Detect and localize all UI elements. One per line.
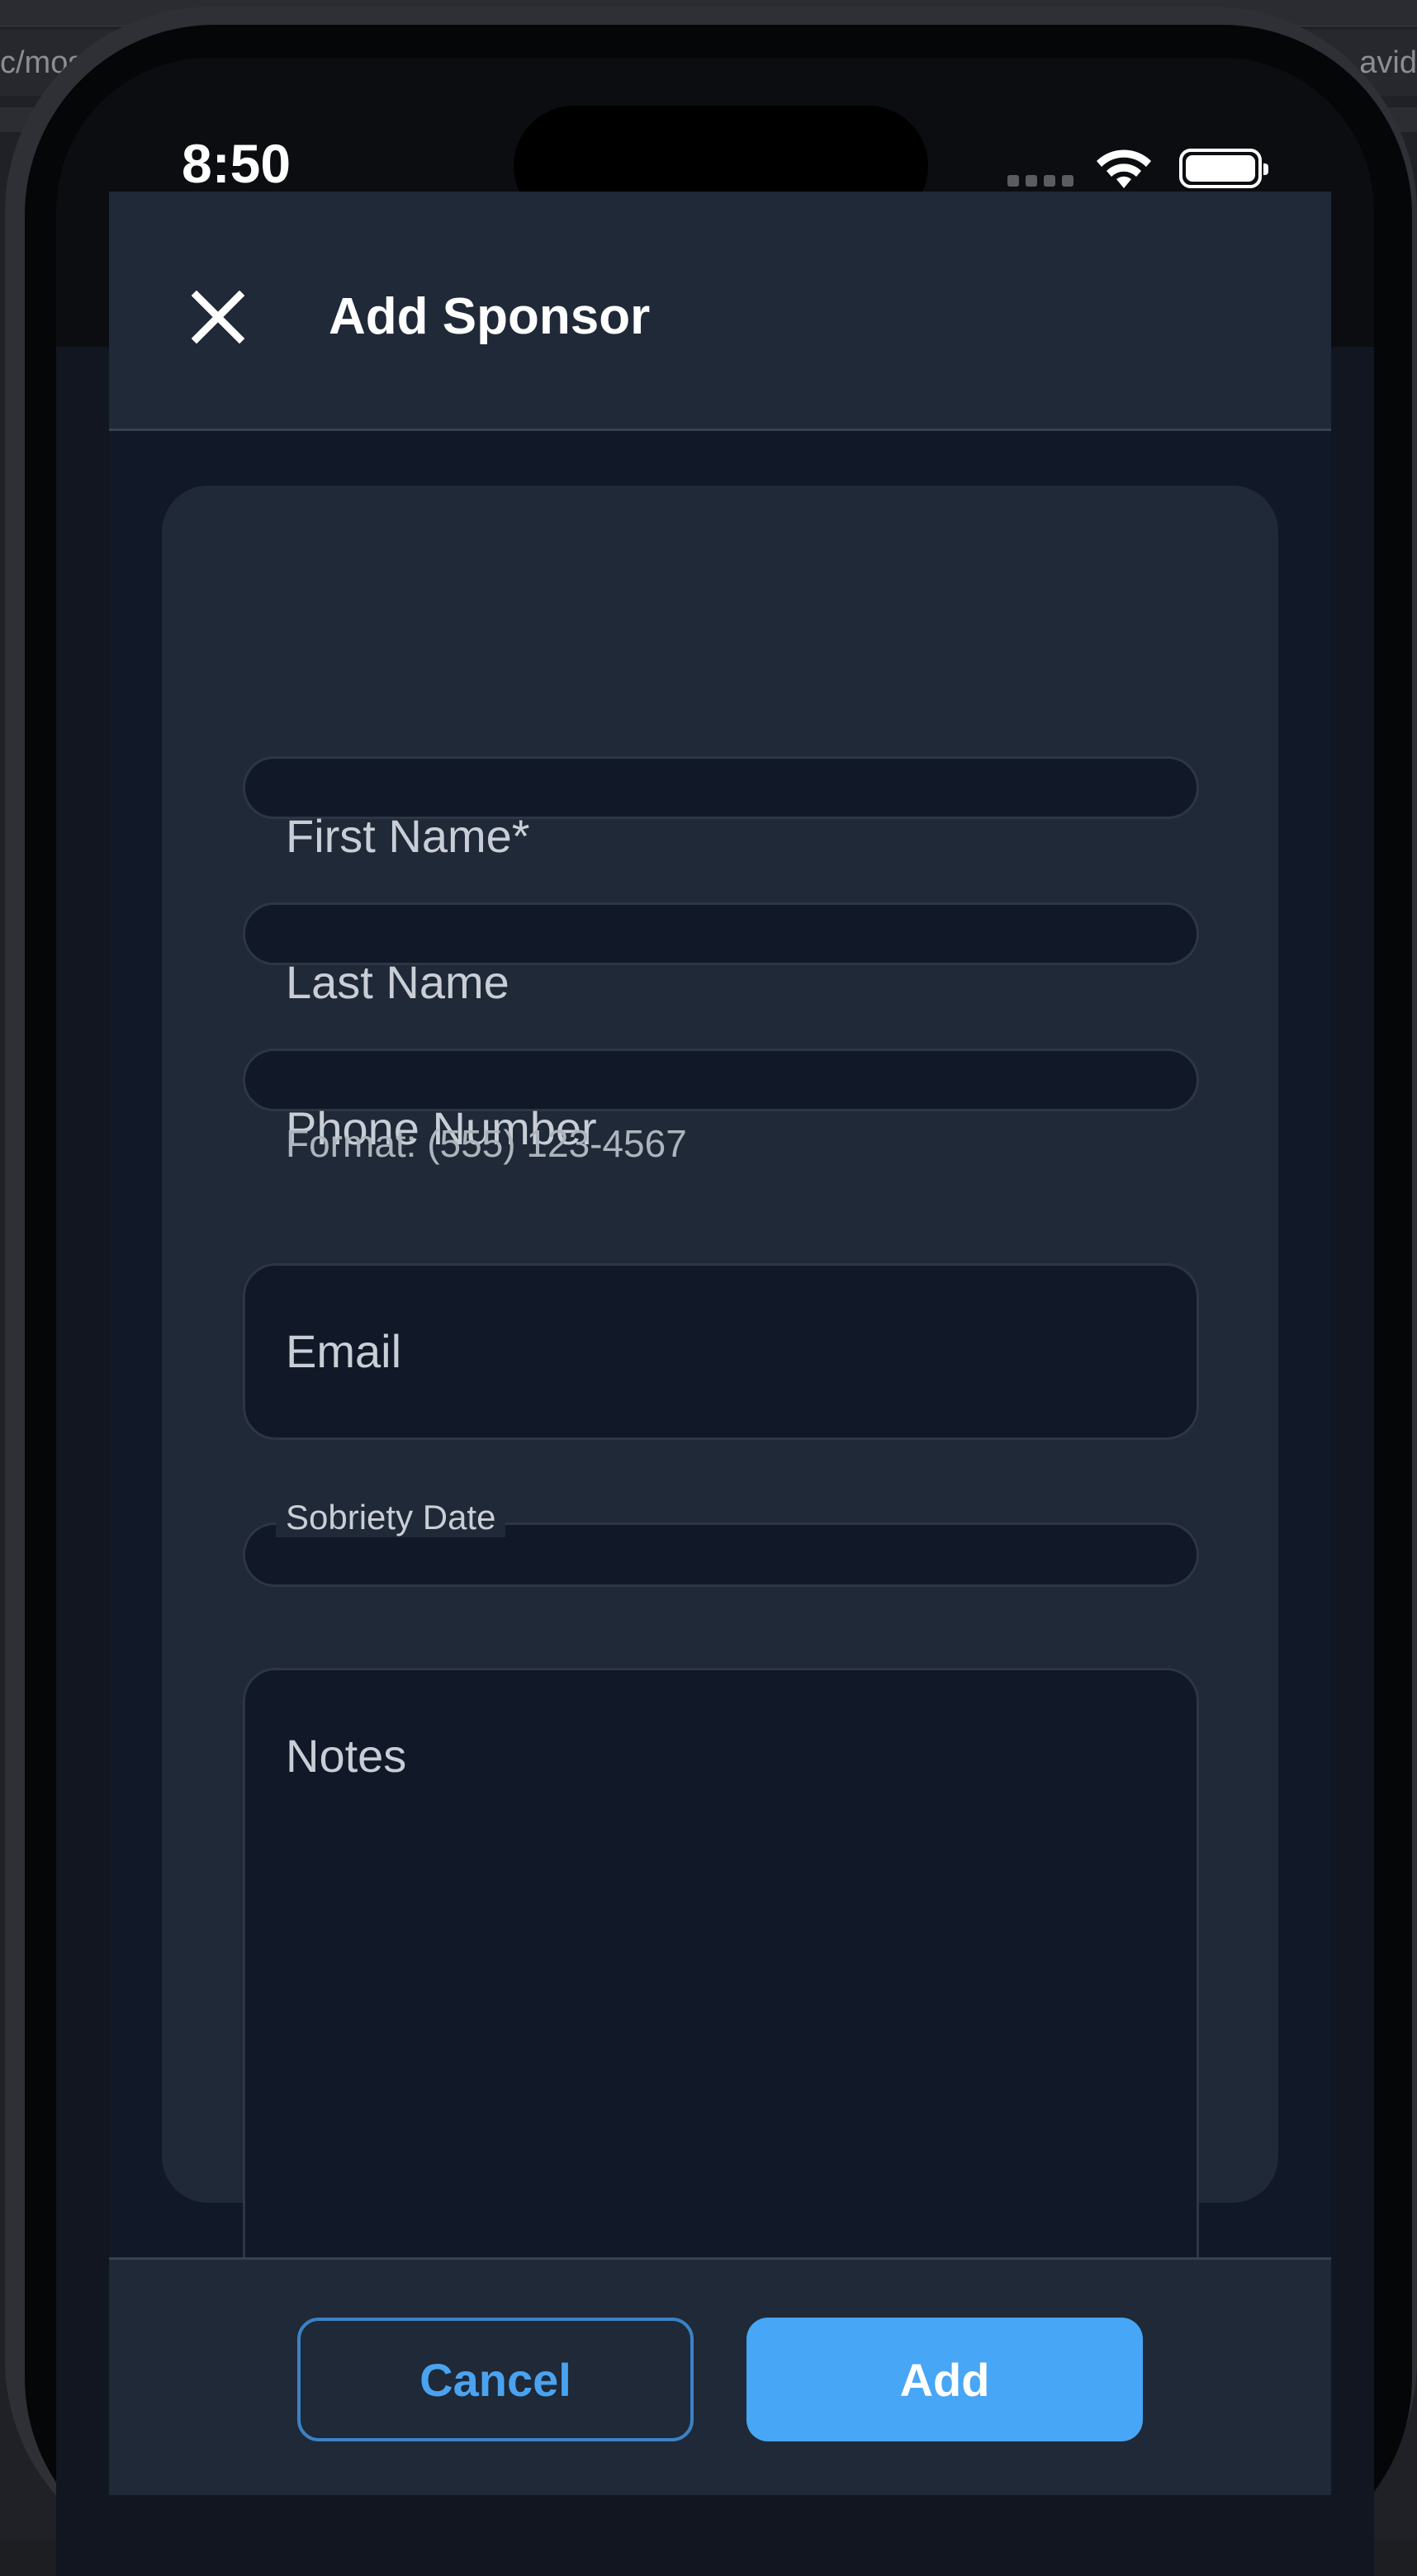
- modal-header: Add Sponsor: [109, 192, 1331, 431]
- add-button[interactable]: Add: [746, 2318, 1143, 2441]
- sobriety-date-label: Sobriety Date: [276, 1498, 506, 1537]
- notes-label: Notes: [286, 1730, 407, 1782]
- cancel-button[interactable]: Cancel: [297, 2318, 694, 2441]
- first-name-label: First Name*: [286, 810, 530, 862]
- close-button[interactable]: [183, 282, 253, 352]
- modal-title: Add Sponsor: [329, 288, 651, 345]
- close-icon: [192, 291, 244, 343]
- status-time: 8:50: [182, 133, 291, 194]
- cellular-signal-icon: [1007, 175, 1075, 187]
- wifi-icon: [1097, 149, 1151, 188]
- add-sponsor-modal: Add Sponsor First Name* Last Name Phone …: [109, 192, 1331, 2495]
- sponsor-form-card: First Name* Last Name Phone Number Forma…: [162, 485, 1278, 2315]
- last-name-label: Last Name: [286, 956, 509, 1008]
- email-label: Email: [286, 1325, 402, 1377]
- phone-format-hint: Format: (555) 123-4567: [286, 1122, 687, 1165]
- modal-footer: Cancel Add: [109, 2257, 1331, 2495]
- battery-icon: [1179, 149, 1268, 188]
